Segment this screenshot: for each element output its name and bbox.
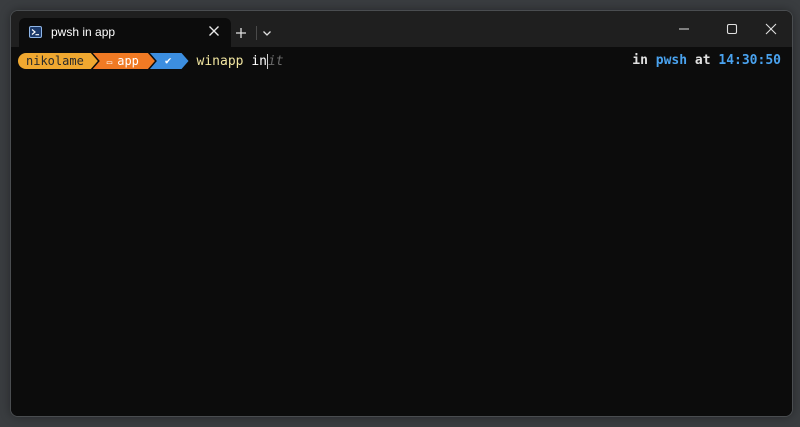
tab-separator (256, 26, 257, 40)
autosuggestion: it (267, 53, 284, 69)
close-window-icon[interactable] (763, 21, 779, 37)
tab-close-icon[interactable] (208, 25, 220, 37)
check-icon: ✔ (164, 54, 172, 67)
right-prompt-at: at (687, 53, 719, 68)
command-name: winapp (196, 53, 244, 69)
minimize-icon[interactable] (676, 21, 692, 37)
right-prompt-in: in (632, 53, 656, 68)
prompt-directory-segment: ▭ app (93, 53, 155, 69)
command-input[interactable]: winapp in it (196, 53, 284, 69)
maximize-icon[interactable] (724, 21, 740, 37)
terminal-window: pwsh in app nikolame ▭ app ✔ winapp in i… (10, 10, 793, 417)
prompt-git-segment: ✔ (150, 53, 189, 69)
folder-icon: ▭ (106, 58, 113, 68)
chevron-down-icon[interactable] (261, 27, 273, 39)
tab-pwsh[interactable]: pwsh in app (19, 18, 231, 47)
powershell-icon (29, 26, 42, 38)
right-prompt-time: 14:30:50 (718, 53, 781, 68)
prompt-directory-name: app (117, 54, 139, 68)
terminal-content[interactable]: nikolame ▭ app ✔ winapp in it in pwsh at 1… (11, 47, 792, 416)
command-argument: in (243, 53, 267, 69)
right-prompt-shell: pwsh (655, 53, 688, 68)
new-tab-plus-icon[interactable] (233, 25, 249, 41)
tab-title: pwsh in app (51, 25, 116, 39)
right-prompt: in pwsh at 14:30:50 (632, 53, 781, 69)
prompt-user-segment: nikolame (18, 53, 98, 69)
prompt-line: nikolame ▭ app ✔ winapp in it (18, 53, 284, 69)
title-bar[interactable]: pwsh in app (11, 11, 792, 47)
